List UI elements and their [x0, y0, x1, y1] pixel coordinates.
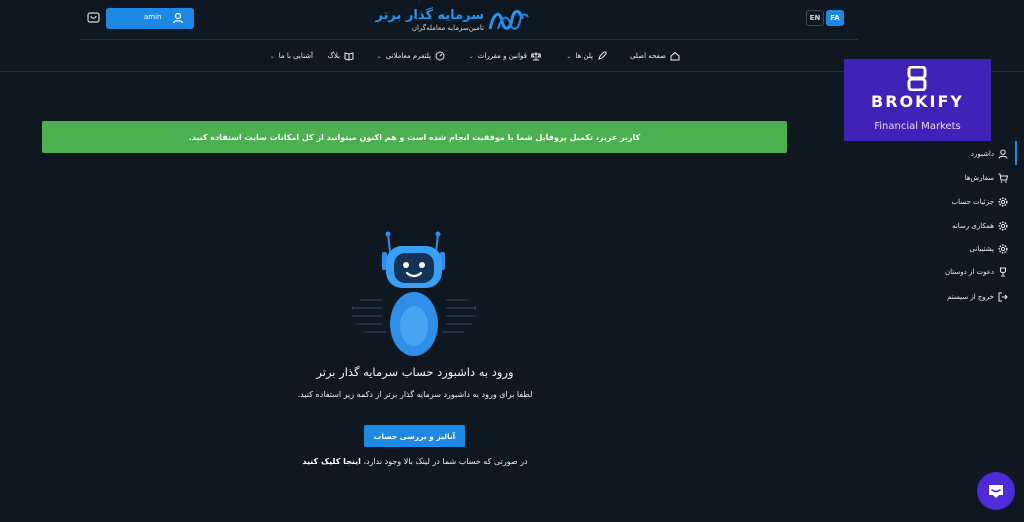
logout-icon	[998, 292, 1008, 302]
active-indicator	[1015, 141, 1017, 165]
user-icon	[998, 149, 1008, 159]
sidebar-item-media[interactable]: همکاری رسانه	[952, 219, 1008, 233]
chat-widget-button[interactable]	[977, 472, 1015, 510]
gauge-icon	[435, 51, 445, 61]
brokify-logo: BROKIFY Financial Markets	[844, 59, 991, 141]
nav-item-label: پلتفرم معاملاتی	[385, 52, 431, 60]
brokify-mark-icon	[907, 66, 927, 91]
sidebar-item-invite[interactable]: دعوت از دوستان	[945, 265, 1008, 279]
logo-mark-icon	[488, 10, 529, 30]
top-header: FA EN سرمایه گذار برتر تامین‌سرمایه معام…	[0, 0, 1024, 40]
analyze-account-button[interactable]: آنالیز و بررسی حساب	[364, 425, 465, 447]
gear-icon	[998, 221, 1008, 231]
nav-item-plans[interactable]: پلن ها ⌄	[566, 50, 607, 62]
nav-item-label: صفحه اصلی	[629, 52, 666, 60]
brand-subtitle: Financial Markets	[874, 121, 961, 132]
nav-item-about[interactable]: آشنایی با ما ⌄	[270, 50, 313, 62]
sidebar-item-logout[interactable]: خروج از سیستم	[947, 290, 1008, 304]
cart-icon	[998, 173, 1008, 183]
sidebar-item-label: همکاری رسانه	[952, 222, 994, 230]
logo-title: سرمایه گذار برتر	[375, 8, 484, 23]
sidebar-item-support[interactable]: پشتیبانی	[970, 242, 1008, 256]
sidebar-item-dashboard[interactable]: داشبورد	[971, 147, 1008, 161]
sidebar-item-label: جزئیات حساب	[951, 198, 995, 206]
site-logo[interactable]: سرمایه گذار برتر تامین‌سرمایه معامله‌گرا…	[375, 6, 530, 34]
page-description: لطفا برای ورود به داشبورد سرمایه گذار بر…	[297, 390, 533, 399]
user-account-button[interactable]: amin	[106, 8, 194, 29]
lang-en-button[interactable]: EN	[806, 10, 824, 26]
rocket-icon	[598, 51, 607, 60]
nav-item-home[interactable]: صفحه اصلی	[630, 50, 680, 62]
scale-icon	[531, 52, 541, 61]
gear-icon	[998, 197, 1008, 207]
nav-item-label: قوانین و مقررات	[477, 52, 527, 60]
sidebar-item-label: خروج از سیستم	[947, 293, 994, 301]
sidebar-item-label: سفارش‌ها	[964, 174, 994, 182]
nav-item-label: آشنایی با ما	[278, 52, 313, 60]
nav-item-label: پلن ها	[575, 52, 593, 60]
success-alert: کاربر عزیز، تکمیل پروفایل شما با موفقیت …	[42, 121, 787, 153]
page-title: ورود به داشبورد حساب سرمایه گذار برتر	[316, 365, 514, 379]
sidebar-item-label: پشتیبانی	[969, 245, 994, 253]
book-icon	[344, 52, 354, 61]
lang-fa-button[interactable]: FA	[826, 10, 844, 26]
fallback-note: در صورتی که حساب شما در لینک بالا وجود ن…	[260, 457, 570, 466]
chevron-down-icon: ⌄	[468, 52, 474, 60]
gear-icon	[998, 244, 1008, 254]
chevron-down-icon: ⌄	[376, 52, 382, 60]
logo-subtitle: تامین‌سرمایه معامله‌گران	[411, 24, 484, 32]
sidebar-item-label: داشبورد	[970, 150, 994, 158]
sidebar-item-label: دعوت از دوستان	[944, 268, 994, 276]
user-name: amin	[144, 13, 162, 21]
nav-item-platform[interactable]: پلتفرم معاملاتی ⌄	[377, 50, 445, 62]
robot-illustration	[352, 231, 476, 356]
nav-item-rules[interactable]: قوانین و مقررات ⌄	[469, 50, 541, 62]
cart-icon[interactable]	[87, 11, 100, 24]
fallback-note-text: در صورتی که حساب شما در لینک بالا وجود ن…	[363, 457, 528, 466]
chat-icon	[989, 485, 1003, 498]
nav-item-blog[interactable]: بلاگ	[328, 50, 354, 62]
brand-name: BROKIFY	[871, 92, 964, 111]
nav-item-label: بلاگ	[327, 52, 340, 60]
chevron-down-icon: ⌄	[269, 52, 275, 60]
sidebar-item-orders[interactable]: سفارش‌ها	[965, 171, 1008, 185]
trophy-icon	[1000, 267, 1006, 277]
click-here-link[interactable]: اینجا کلیک کنید	[302, 457, 361, 466]
user-icon	[172, 12, 184, 24]
sidebar-item-account-details[interactable]: جزئیات حساب	[952, 195, 1009, 209]
home-icon	[670, 51, 680, 61]
chevron-down-icon: ⌄	[566, 52, 572, 60]
